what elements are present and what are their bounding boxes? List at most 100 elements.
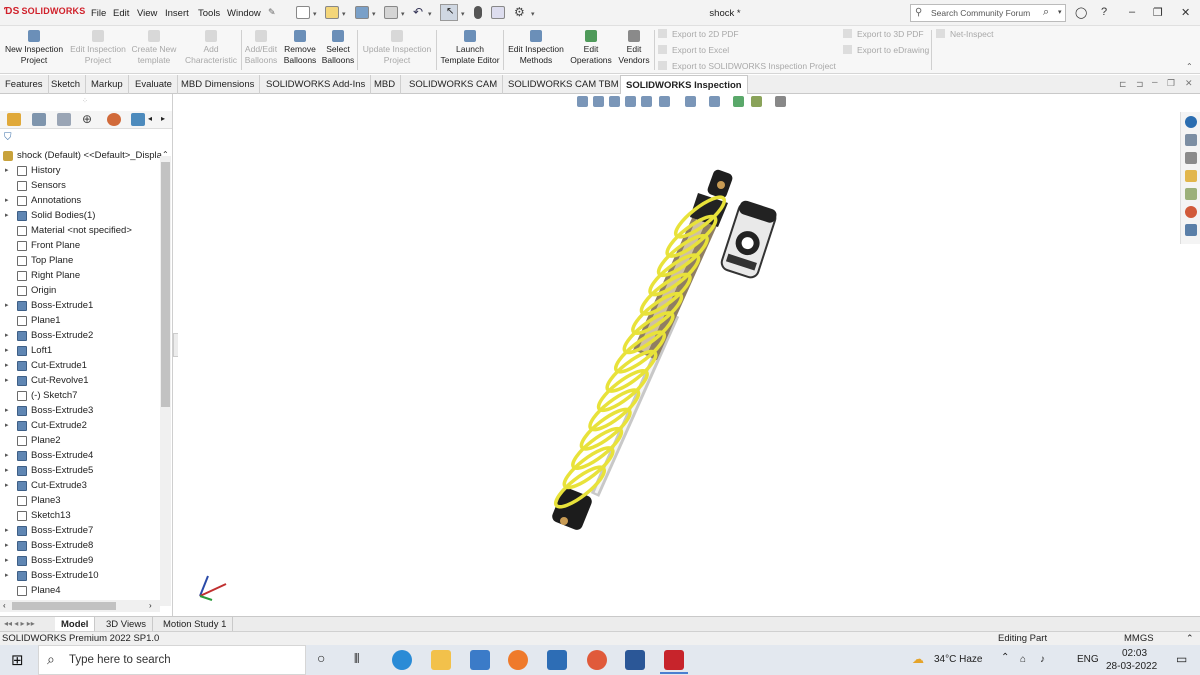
print-icon[interactable]	[384, 6, 398, 19]
tree-item[interactable]: ▸ Boss-Extrude10	[0, 568, 160, 583]
add-characteristic-button[interactable]: Add Characteristic	[182, 26, 240, 74]
expand-arrow-icon[interactable]: ▸	[5, 538, 9, 553]
tree-item[interactable]: ▸ Boss-Extrude7	[0, 523, 160, 538]
chevron-down-icon[interactable]: ▾	[401, 10, 405, 18]
tree-item[interactable]: Top Plane	[0, 253, 160, 268]
expand-arrow-icon[interactable]: ▸	[5, 343, 9, 358]
export-2d-pdf-button[interactable]: Export to 2D PDF	[658, 29, 739, 39]
solidworks-resources-icon[interactable]	[1185, 116, 1197, 128]
previous-view-icon[interactable]	[609, 96, 620, 107]
expand-arrow-icon[interactable]: ▸	[5, 478, 9, 493]
appearances-icon[interactable]	[1185, 206, 1197, 218]
tree-item[interactable]: ▸ Cut-Extrude3	[0, 478, 160, 493]
export-excel-button[interactable]: Export to Excel	[658, 45, 729, 55]
chevron-down-icon[interactable]: ▾	[461, 10, 465, 18]
file-explorer-icon[interactable]	[1185, 170, 1197, 182]
edit-vendors-button[interactable]: Edit Vendors	[616, 26, 652, 74]
chevron-down-icon[interactable]: ▾	[342, 10, 346, 18]
design-library-icon[interactable]	[1185, 152, 1197, 164]
tab-evaluate[interactable]: Evaluate	[130, 75, 178, 94]
expand-arrow-icon[interactable]: ▸	[5, 568, 9, 583]
restore-icon[interactable]: ❐	[1153, 6, 1163, 19]
menu-insert[interactable]: Insert	[165, 8, 189, 19]
tab-nav-icons[interactable]: ◂◂ ◂ ▸ ▸▸	[4, 619, 35, 628]
save-icon[interactable]	[355, 6, 369, 19]
section-view-icon[interactable]	[625, 96, 636, 107]
tab-markup[interactable]: Markup	[86, 75, 129, 94]
task-view-icon[interactable]: ⫴	[354, 651, 359, 667]
chevron-down-icon[interactable]: ▾	[372, 10, 376, 18]
pin-icon[interactable]: ✎	[268, 7, 276, 18]
export-inspection-project-button[interactable]: Export to SOLIDWORKS Inspection Project	[658, 61, 836, 71]
add-edit-balloons-button[interactable]: Add/Edit Balloons	[243, 26, 279, 74]
select-icon[interactable]: ↖	[440, 4, 458, 21]
expand-arrow-icon[interactable]: ▸	[5, 208, 9, 223]
clock-date[interactable]: 28-03-2022	[1106, 661, 1157, 672]
mail-icon[interactable]	[470, 650, 490, 670]
tab-solidworks-inspection[interactable]: SOLIDWORKS Inspection	[620, 75, 748, 94]
language-indicator[interactable]: ENG	[1077, 654, 1099, 665]
tree-item[interactable]: Right Plane	[0, 268, 160, 283]
tree-item[interactable]: ▸ Boss-Extrude3	[0, 403, 160, 418]
feature-manager-icon[interactable]	[7, 113, 21, 126]
tree-item[interactable]: ▸ Solid Bodies(1)	[0, 208, 160, 223]
speaker-icon[interactable]: ♪	[1040, 654, 1045, 665]
expand-arrow-icon[interactable]: ▸	[5, 358, 9, 373]
menu-tools[interactable]: Tools	[198, 8, 220, 19]
viewport-layout-icon[interactable]: ⊏	[1119, 79, 1127, 90]
network-icon[interactable]: ⌂	[1020, 654, 1026, 665]
display-manager-icon[interactable]	[107, 113, 121, 126]
tree-item[interactable]: ▸ Loft1	[0, 343, 160, 358]
tree-item[interactable]: ▸ Boss-Extrude8	[0, 538, 160, 553]
scroll-left-icon[interactable]: ‹	[3, 601, 6, 610]
scroll-right-icon[interactable]: ›	[149, 601, 152, 610]
tree-item[interactable]: Front Plane	[0, 238, 160, 253]
gear-icon[interactable]: ⚙	[514, 5, 525, 19]
taskbar-search[interactable]: ⌕ Type here to search	[38, 645, 306, 675]
view-palette-icon[interactable]	[1185, 188, 1197, 200]
tree-item[interactable]: Sketch13	[0, 508, 160, 523]
chevron-down-icon[interactable]: ▾	[313, 10, 317, 18]
weather-text[interactable]: 34°C Haze	[934, 654, 982, 665]
unit-system[interactable]: MMGS	[1124, 632, 1154, 645]
solidworks-taskbar-icon[interactable]	[664, 650, 684, 670]
chevron-up-icon[interactable]: ⌃	[1186, 632, 1194, 645]
tree-item[interactable]: ▸ Boss-Extrude2	[0, 328, 160, 343]
panel-grip-icon[interactable]: ⁘	[82, 97, 88, 105]
minimize-icon[interactable]: –	[1129, 6, 1135, 18]
tree-item[interactable]: ▸ Cut-Revolve1	[0, 373, 160, 388]
new-inspection-project-button[interactable]: New Inspection Project	[2, 26, 66, 74]
tree-item[interactable]: Plane3	[0, 493, 160, 508]
undo-icon[interactable]: ↶	[413, 5, 423, 19]
chrome-icon[interactable]	[587, 650, 607, 670]
tree-item[interactable]: Material <not specified>	[0, 223, 160, 238]
expand-arrow-icon[interactable]: ▸	[5, 163, 9, 178]
minimize-doc-icon[interactable]: –	[1152, 77, 1158, 88]
display-style-icon[interactable]	[685, 96, 696, 107]
new-document-icon[interactable]	[296, 6, 310, 19]
tree-item[interactable]: ▸ Cut-Extrude1	[0, 358, 160, 373]
cortana-icon[interactable]: ○	[317, 650, 325, 666]
tab-mbd-dimensions[interactable]: MBD Dimensions	[176, 75, 261, 94]
tab-3d-views[interactable]: 3D Views	[100, 617, 153, 632]
custom-properties-icon[interactable]	[1185, 224, 1197, 236]
tree-item[interactable]: ▸ Boss-Extrude1	[0, 298, 160, 313]
close-doc-icon[interactable]: ✕	[1185, 78, 1193, 89]
edit-inspection-methods-button[interactable]: Edit Inspection Methods	[505, 26, 567, 74]
open-icon[interactable]	[325, 6, 339, 19]
photos-icon[interactable]	[547, 650, 567, 670]
export-edrawing-button[interactable]: Export to eDrawing	[843, 45, 929, 55]
apply-scene-icon[interactable]	[751, 96, 762, 107]
create-new-template-button[interactable]: Create New template	[128, 26, 180, 74]
word-icon[interactable]	[625, 650, 645, 670]
tab-features[interactable]: Features	[0, 75, 49, 94]
shock-absorber-model[interactable]	[540, 165, 790, 540]
tree-item[interactable]: Plane1	[0, 313, 160, 328]
vertical-scroll-thumb[interactable]	[161, 162, 170, 407]
remove-balloons-button[interactable]: Remove Balloons	[281, 26, 319, 74]
view-settings-icon[interactable]	[775, 96, 786, 107]
tree-item[interactable]: ▸ Boss-Extrude9	[0, 553, 160, 568]
tile-icon[interactable]: ⊐	[1136, 79, 1144, 90]
tab-solidworks-add-ins[interactable]: SOLIDWORKS Add-Ins	[261, 75, 372, 94]
edit-operations-button[interactable]: Edit Operations	[568, 26, 614, 74]
